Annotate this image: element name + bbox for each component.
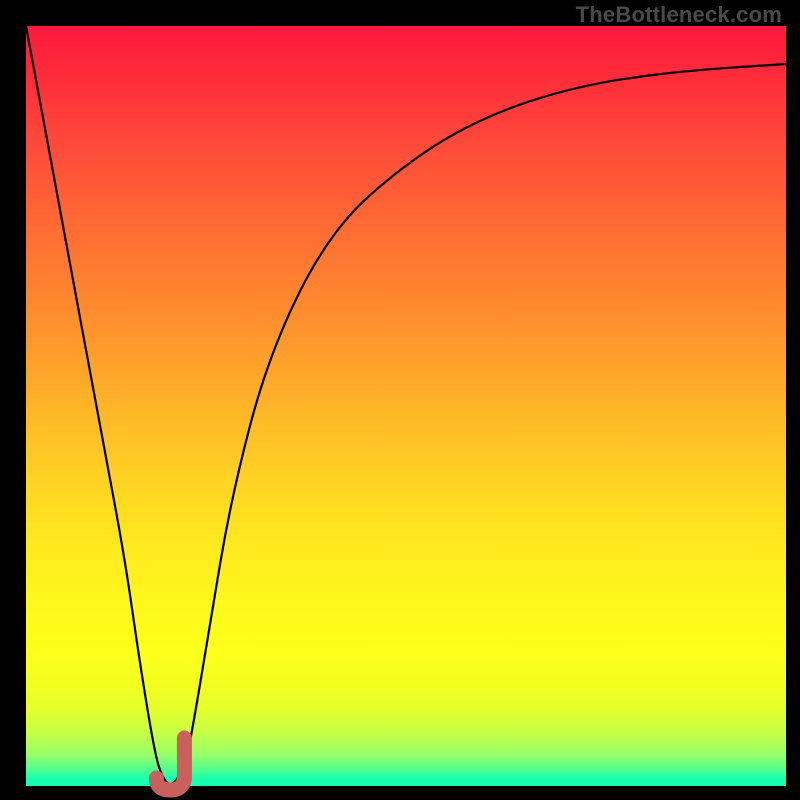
chart-svg <box>26 26 786 786</box>
bottleneck-curve <box>26 26 786 784</box>
chart-frame: TheBottleneck.com <box>0 0 800 800</box>
min-marker-icon <box>156 738 184 790</box>
watermark-label: TheBottleneck.com <box>576 2 782 28</box>
